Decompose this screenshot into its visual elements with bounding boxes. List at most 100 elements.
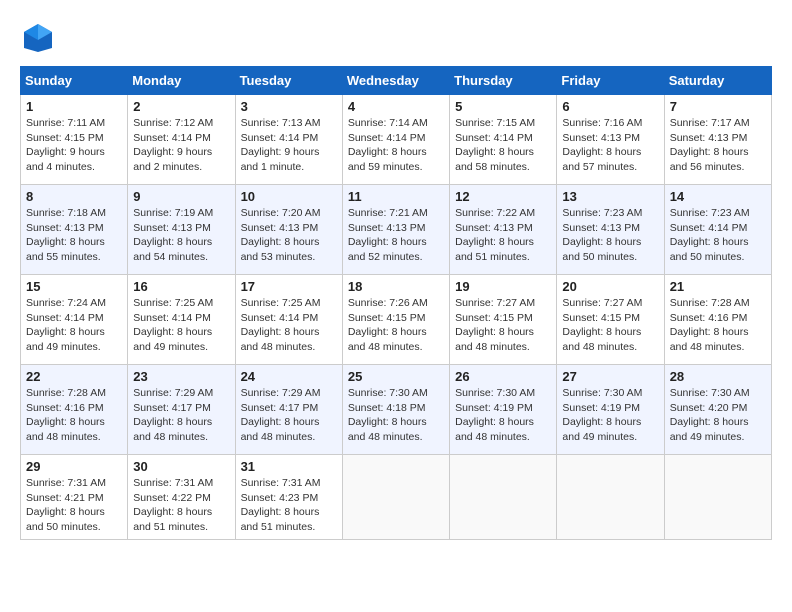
calendar-header-row: SundayMondayTuesdayWednesdayThursdayFrid… bbox=[21, 67, 772, 95]
column-header-tuesday: Tuesday bbox=[235, 67, 342, 95]
calendar-cell: 1 Sunrise: 7:11 AM Sunset: 4:15 PM Daylig… bbox=[21, 95, 128, 185]
calendar-cell: 18 Sunrise: 7:26 AM Sunset: 4:15 PM Dayli… bbox=[342, 275, 449, 365]
calendar-cell: 17Sunrise: 7:25 AM Sunset: 4:14 PM Dayli… bbox=[235, 275, 342, 365]
calendar-cell: 13 Sunrise: 7:23 AM Sunset: 4:13 PM Dayli… bbox=[557, 185, 664, 275]
calendar-cell: 2 Sunrise: 7:12 AM Sunset: 4:14 PM Daylig… bbox=[128, 95, 235, 185]
day-number: 6 bbox=[562, 99, 658, 114]
day-number: 16 bbox=[133, 279, 229, 294]
calendar-cell: 5 Sunrise: 7:15 AM Sunset: 4:14 PM Daylig… bbox=[450, 95, 557, 185]
day-info: Sunrise: 7:20 AM Sunset: 4:13 PM Dayligh… bbox=[241, 206, 337, 265]
calendar-week-1: 1 Sunrise: 7:11 AM Sunset: 4:15 PM Daylig… bbox=[21, 95, 772, 185]
day-number: 30 bbox=[133, 459, 229, 474]
calendar-cell: 12 Sunrise: 7:22 AM Sunset: 4:13 PM Dayli… bbox=[450, 185, 557, 275]
calendar-cell: 22Sunrise: 7:28 AM Sunset: 4:16 PM Dayli… bbox=[21, 365, 128, 455]
calendar-cell: 23Sunrise: 7:29 AM Sunset: 4:17 PM Dayli… bbox=[128, 365, 235, 455]
calendar-cell: 21 Sunrise: 7:28 AM Sunset: 4:16 PM Dayli… bbox=[664, 275, 771, 365]
page-header bbox=[20, 20, 772, 56]
calendar-cell: 7Sunrise: 7:17 AM Sunset: 4:13 PM Daylig… bbox=[664, 95, 771, 185]
calendar-table: SundayMondayTuesdayWednesdayThursdayFrid… bbox=[20, 66, 772, 540]
day-number: 7 bbox=[670, 99, 766, 114]
calendar-cell: 19Sunrise: 7:27 AM Sunset: 4:15 PM Dayli… bbox=[450, 275, 557, 365]
day-number: 14 bbox=[670, 189, 766, 204]
day-info: Sunrise: 7:29 AM Sunset: 4:17 PM Dayligh… bbox=[241, 386, 337, 445]
day-number: 18 bbox=[348, 279, 444, 294]
calendar-cell bbox=[342, 455, 449, 540]
column-header-wednesday: Wednesday bbox=[342, 67, 449, 95]
day-info: Sunrise: 7:27 AM Sunset: 4:15 PM Dayligh… bbox=[562, 296, 658, 355]
calendar-cell: 6 Sunrise: 7:16 AM Sunset: 4:13 PM Daylig… bbox=[557, 95, 664, 185]
day-number: 26 bbox=[455, 369, 551, 384]
day-number: 27 bbox=[562, 369, 658, 384]
day-info: Sunrise: 7:18 AM Sunset: 4:13 PM Dayligh… bbox=[26, 206, 122, 265]
calendar-week-3: 15Sunrise: 7:24 AM Sunset: 4:14 PM Dayli… bbox=[21, 275, 772, 365]
day-number: 13 bbox=[562, 189, 658, 204]
day-number: 25 bbox=[348, 369, 444, 384]
calendar-cell: 8 Sunrise: 7:18 AM Sunset: 4:13 PM Daylig… bbox=[21, 185, 128, 275]
calendar-week-2: 8 Sunrise: 7:18 AM Sunset: 4:13 PM Daylig… bbox=[21, 185, 772, 275]
day-number: 1 bbox=[26, 99, 122, 114]
calendar-cell bbox=[664, 455, 771, 540]
day-info: Sunrise: 7:15 AM Sunset: 4:14 PM Dayligh… bbox=[455, 116, 551, 175]
day-info: Sunrise: 7:14 AM Sunset: 4:14 PM Dayligh… bbox=[348, 116, 444, 175]
day-number: 31 bbox=[241, 459, 337, 474]
day-info: Sunrise: 7:22 AM Sunset: 4:13 PM Dayligh… bbox=[455, 206, 551, 265]
day-info: Sunrise: 7:29 AM Sunset: 4:17 PM Dayligh… bbox=[133, 386, 229, 445]
day-info: Sunrise: 7:25 AM Sunset: 4:14 PM Dayligh… bbox=[241, 296, 337, 355]
day-info: Sunrise: 7:13 AM Sunset: 4:14 PM Dayligh… bbox=[241, 116, 337, 175]
day-number: 28 bbox=[670, 369, 766, 384]
day-info: Sunrise: 7:23 AM Sunset: 4:13 PM Dayligh… bbox=[562, 206, 658, 265]
calendar-cell: 14 Sunrise: 7:23 AM Sunset: 4:14 PM Dayli… bbox=[664, 185, 771, 275]
column-header-saturday: Saturday bbox=[664, 67, 771, 95]
calendar-cell: 25 Sunrise: 7:30 AM Sunset: 4:18 PM Dayli… bbox=[342, 365, 449, 455]
day-info: Sunrise: 7:25 AM Sunset: 4:14 PM Dayligh… bbox=[133, 296, 229, 355]
day-info: Sunrise: 7:24 AM Sunset: 4:14 PM Dayligh… bbox=[26, 296, 122, 355]
day-number: 20 bbox=[562, 279, 658, 294]
calendar-cell: 4 Sunrise: 7:14 AM Sunset: 4:14 PM Daylig… bbox=[342, 95, 449, 185]
calendar-cell: 24 Sunrise: 7:29 AM Sunset: 4:17 PM Dayli… bbox=[235, 365, 342, 455]
day-info: Sunrise: 7:21 AM Sunset: 4:13 PM Dayligh… bbox=[348, 206, 444, 265]
calendar-cell: 31 Sunrise: 7:31 AM Sunset: 4:23 PM Dayli… bbox=[235, 455, 342, 540]
calendar-cell: 10 Sunrise: 7:20 AM Sunset: 4:13 PM Dayli… bbox=[235, 185, 342, 275]
day-number: 10 bbox=[241, 189, 337, 204]
day-info: Sunrise: 7:16 AM Sunset: 4:13 PM Dayligh… bbox=[562, 116, 658, 175]
day-info: Sunrise: 7:26 AM Sunset: 4:15 PM Dayligh… bbox=[348, 296, 444, 355]
day-info: Sunrise: 7:31 AM Sunset: 4:23 PM Dayligh… bbox=[241, 476, 337, 535]
day-number: 8 bbox=[26, 189, 122, 204]
day-info: Sunrise: 7:30 AM Sunset: 4:19 PM Dayligh… bbox=[455, 386, 551, 445]
day-number: 4 bbox=[348, 99, 444, 114]
day-info: Sunrise: 7:31 AM Sunset: 4:22 PM Dayligh… bbox=[133, 476, 229, 535]
day-number: 29 bbox=[26, 459, 122, 474]
calendar-cell: 16 Sunrise: 7:25 AM Sunset: 4:14 PM Dayli… bbox=[128, 275, 235, 365]
day-number: 24 bbox=[241, 369, 337, 384]
calendar-cell: 11Sunrise: 7:21 AM Sunset: 4:13 PM Dayli… bbox=[342, 185, 449, 275]
day-info: Sunrise: 7:28 AM Sunset: 4:16 PM Dayligh… bbox=[670, 296, 766, 355]
calendar-cell: 29 Sunrise: 7:31 AM Sunset: 4:21 PM Dayli… bbox=[21, 455, 128, 540]
day-number: 9 bbox=[133, 189, 229, 204]
calendar-cell: 26 Sunrise: 7:30 AM Sunset: 4:19 PM Dayli… bbox=[450, 365, 557, 455]
column-header-sunday: Sunday bbox=[21, 67, 128, 95]
day-info: Sunrise: 7:19 AM Sunset: 4:13 PM Dayligh… bbox=[133, 206, 229, 265]
day-number: 21 bbox=[670, 279, 766, 294]
day-info: Sunrise: 7:30 AM Sunset: 4:18 PM Dayligh… bbox=[348, 386, 444, 445]
calendar-cell: 30 Sunrise: 7:31 AM Sunset: 4:22 PM Dayli… bbox=[128, 455, 235, 540]
column-header-monday: Monday bbox=[128, 67, 235, 95]
calendar-cell: 15Sunrise: 7:24 AM Sunset: 4:14 PM Dayli… bbox=[21, 275, 128, 365]
day-info: Sunrise: 7:11 AM Sunset: 4:15 PM Dayligh… bbox=[26, 116, 122, 175]
day-info: Sunrise: 7:23 AM Sunset: 4:14 PM Dayligh… bbox=[670, 206, 766, 265]
calendar-cell bbox=[557, 455, 664, 540]
column-header-thursday: Thursday bbox=[450, 67, 557, 95]
day-number: 5 bbox=[455, 99, 551, 114]
day-info: Sunrise: 7:12 AM Sunset: 4:14 PM Dayligh… bbox=[133, 116, 229, 175]
calendar-cell: 3Sunrise: 7:13 AM Sunset: 4:14 PM Daylig… bbox=[235, 95, 342, 185]
day-info: Sunrise: 7:30 AM Sunset: 4:19 PM Dayligh… bbox=[562, 386, 658, 445]
logo bbox=[20, 20, 62, 56]
day-info: Sunrise: 7:31 AM Sunset: 4:21 PM Dayligh… bbox=[26, 476, 122, 535]
day-info: Sunrise: 7:28 AM Sunset: 4:16 PM Dayligh… bbox=[26, 386, 122, 445]
column-header-friday: Friday bbox=[557, 67, 664, 95]
calendar-week-4: 22Sunrise: 7:28 AM Sunset: 4:16 PM Dayli… bbox=[21, 365, 772, 455]
calendar-cell: 27 Sunrise: 7:30 AM Sunset: 4:19 PM Dayli… bbox=[557, 365, 664, 455]
day-info: Sunrise: 7:27 AM Sunset: 4:15 PM Dayligh… bbox=[455, 296, 551, 355]
day-number: 12 bbox=[455, 189, 551, 204]
day-number: 2 bbox=[133, 99, 229, 114]
calendar-cell: 28Sunrise: 7:30 AM Sunset: 4:20 PM Dayli… bbox=[664, 365, 771, 455]
